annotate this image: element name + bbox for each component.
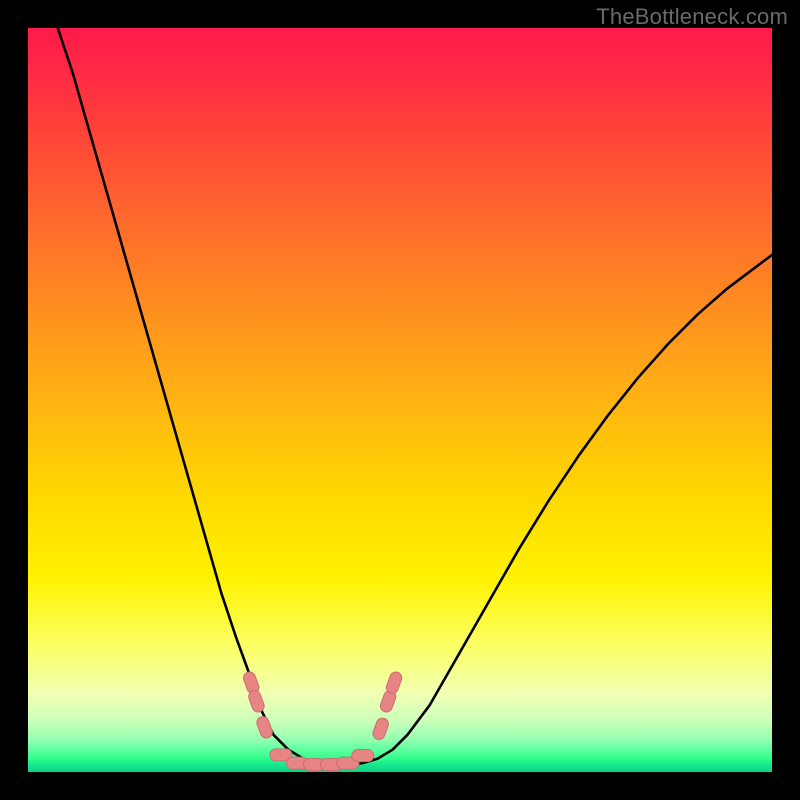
curve-right_curve [348,255,772,765]
plot-area [28,28,772,772]
watermark-text: TheBottleneck.com [596,4,788,30]
curve-layer [28,28,772,772]
trough-marker [371,716,390,741]
trough-markers [242,670,404,770]
trough-marker [352,750,374,762]
bottleneck-curve [58,28,772,765]
chart-frame: TheBottleneck.com [0,0,800,800]
curve-left_curve [58,28,348,765]
trough-marker [247,689,266,714]
trough-marker [385,670,404,695]
trough-marker [255,715,274,740]
